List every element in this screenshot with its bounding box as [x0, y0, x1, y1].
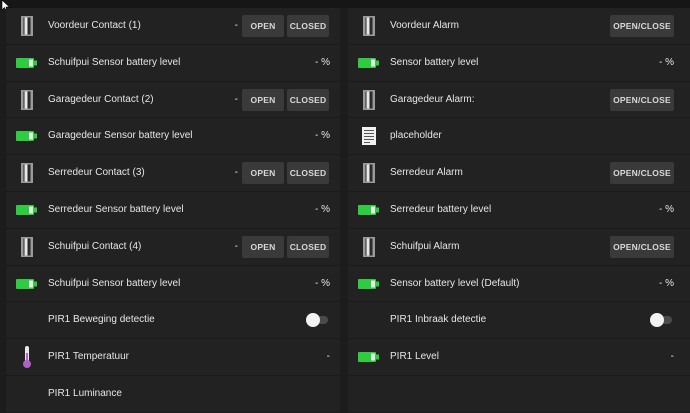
closed-button[interactable]: CLOSED — [287, 235, 329, 258]
row-label: Serredeur Contact (3) — [48, 167, 145, 179]
door-contact-icon — [358, 89, 380, 111]
row-label: Garagedeur Sensor battery level — [48, 130, 193, 142]
toggle-knob — [650, 313, 664, 328]
row-label: Voordeur Contact (1) — [48, 20, 141, 31]
row-schuifpui-alarm: Schuifpui Alarm OPEN/CLOSE — [348, 229, 690, 266]
row-value: - % — [315, 56, 330, 68]
row-pir1-beweging: PIR1 Beweging detectie — [6, 302, 340, 340]
row-sensor-battery-default: Sensor battery level (Default) - % — [348, 266, 690, 303]
row-label: Sensor battery level — [390, 56, 479, 68]
toggle-knob — [306, 313, 320, 328]
left-panel: Voordeur Contact (1) - OPEN CLOSED Schui… — [6, 8, 340, 412]
row-label: PIR1 Temperatuur — [48, 351, 129, 363]
light-icon — [16, 383, 38, 405]
row-value: - — [234, 93, 238, 105]
row-value: - % — [315, 203, 330, 215]
right-panel: Voordeur Alarm OPEN/CLOSE Sensor battery… — [348, 8, 690, 412]
open-button[interactable]: OPEN — [242, 235, 284, 258]
door-contact-icon — [16, 236, 38, 258]
row-value: - — [234, 167, 238, 179]
row-label: Schuifpui Contact (4) — [48, 240, 142, 252]
row-value: - — [326, 351, 330, 363]
row-value: - % — [659, 203, 674, 215]
battery-icon — [16, 52, 38, 74]
battery-icon — [358, 346, 380, 368]
closed-button[interactable]: CLOSED — [287, 15, 329, 37]
row-label: Schuifpui Sensor battery level — [48, 277, 181, 289]
door-contact-icon — [358, 236, 380, 258]
row-value: - % — [315, 277, 330, 289]
door-contact-icon — [16, 89, 38, 111]
door-contact-icon — [16, 162, 38, 184]
row-label: PIR1 Inbraak detectie — [390, 314, 487, 326]
battery-icon — [16, 273, 38, 295]
row-pir1-level: PIR1 Level - — [348, 339, 690, 376]
row-schuifpui-contact: Schuifpui Contact (4) - OPEN CLOSED — [6, 229, 340, 266]
row-value: - % — [659, 56, 674, 68]
row-value: - % — [659, 277, 674, 289]
closed-button[interactable]: CLOSED — [287, 162, 329, 185]
row-serredeur-alarm: Serredeur Alarm OPEN/CLOSE — [348, 155, 690, 192]
battery-icon — [16, 199, 38, 221]
row-pir1-temperatuur: PIR1 Temperatuur - — [6, 339, 340, 376]
open-close-button[interactable]: OPEN/CLOSE — [610, 88, 674, 111]
thermometer-icon — [16, 346, 38, 369]
open-button[interactable]: OPEN — [242, 162, 284, 185]
door-contact-icon — [16, 15, 38, 37]
row-pir1-inbraak: PIR1 Inbraak detectie — [348, 302, 690, 340]
row-label: Serredeur Alarm — [390, 167, 463, 179]
row-value: - — [670, 351, 674, 363]
row-label: Serredeur battery level — [390, 203, 492, 215]
row-garagedeur-alarm: Garagedeur Alarm: OPEN/CLOSE — [348, 82, 690, 119]
motion-toggle[interactable] — [306, 312, 330, 328]
open-button[interactable]: OPEN — [242, 15, 284, 37]
row-serredeur-contact: Serredeur Contact (3) - OPEN CLOSED — [6, 155, 340, 192]
row-label: Schuifpui Sensor battery level — [48, 56, 181, 68]
row-voordeur-contact: Voordeur Contact (1) - OPEN CLOSED — [6, 8, 340, 45]
battery-icon — [16, 125, 38, 147]
row-value: - — [234, 240, 238, 252]
motion-icon — [16, 309, 38, 331]
document-icon — [358, 125, 380, 147]
row-pir1-luminance: PIR1 Luminance — [6, 376, 340, 413]
door-contact-icon — [358, 15, 380, 37]
row-serredeur-battery-level: Serredeur battery level - % — [348, 192, 690, 229]
open-close-button[interactable]: OPEN/CLOSE — [610, 15, 674, 37]
row-label: Voordeur Alarm — [390, 20, 459, 31]
open-close-button[interactable]: OPEN/CLOSE — [610, 162, 674, 185]
motion-icon — [358, 309, 380, 331]
row-label: PIR1 Beweging detectie — [48, 314, 155, 326]
row-garagedeur-contact: Garagedeur Contact (2) - OPEN CLOSED — [6, 82, 340, 119]
closed-button[interactable]: CLOSED — [287, 88, 329, 111]
battery-icon — [358, 199, 380, 221]
open-close-button[interactable]: OPEN/CLOSE — [610, 235, 674, 258]
row-garagedeur-battery: Garagedeur Sensor battery level - % — [6, 118, 340, 156]
top-bar — [0, 0, 690, 8]
battery-icon — [358, 273, 380, 295]
row-placeholder: placeholder — [348, 118, 690, 156]
row-label: Schuifpui Alarm — [390, 240, 460, 252]
battery-icon — [358, 52, 380, 74]
row-label: placeholder — [390, 130, 442, 142]
row-value: - — [234, 20, 238, 31]
row-label: Garagedeur Contact (2) — [48, 93, 154, 105]
row-label: Garagedeur Alarm: — [390, 93, 475, 105]
intrusion-toggle[interactable] — [650, 312, 674, 328]
row-value: - % — [315, 130, 330, 142]
row-label: PIR1 Luminance — [48, 387, 122, 399]
row-schuifpui-battery: Schuifpui Sensor battery level - % — [6, 45, 340, 82]
row-serredeur-battery: Serredeur Sensor battery level - % — [6, 192, 340, 229]
row-label: Serredeur Sensor battery level — [48, 203, 184, 215]
row-voordeur-alarm: Voordeur Alarm OPEN/CLOSE — [348, 8, 690, 45]
row-label: Sensor battery level (Default) — [390, 277, 520, 289]
door-contact-icon — [358, 162, 380, 184]
row-sensor-battery: Sensor battery level - % — [348, 45, 690, 82]
row-label: PIR1 Level — [390, 351, 439, 363]
row-schuifpui-battery-2: Schuifpui Sensor battery level - % — [6, 266, 340, 303]
open-button[interactable]: OPEN — [242, 88, 284, 111]
